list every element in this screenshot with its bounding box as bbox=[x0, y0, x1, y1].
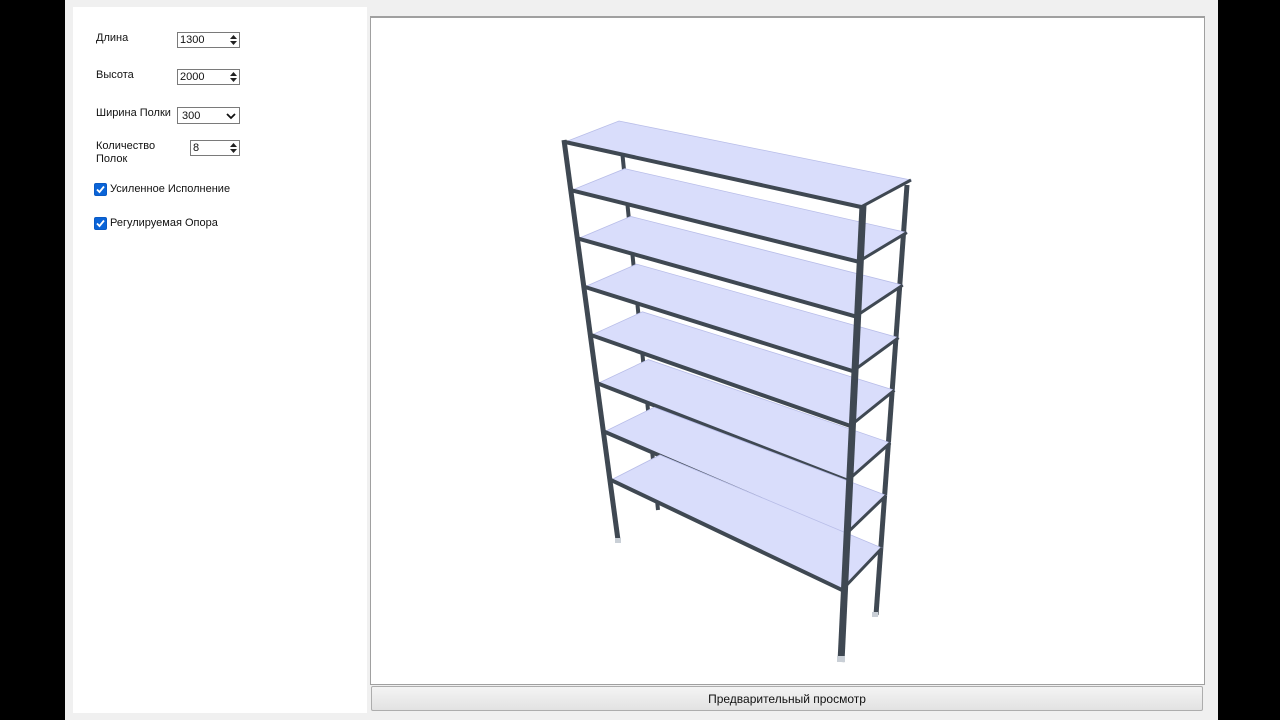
rack-foot bbox=[837, 656, 845, 662]
shelving-rack-render bbox=[561, 120, 913, 663]
adjustable-support-label[interactable]: Регулируемая Опора bbox=[110, 217, 218, 230]
shelf-width-value: 300 bbox=[182, 110, 201, 122]
chevron-down-icon[interactable] bbox=[225, 109, 237, 123]
updown-arrows-icon[interactable] bbox=[228, 70, 239, 84]
adjustable-support-checkbox[interactable] bbox=[94, 217, 107, 230]
rack-foot bbox=[615, 538, 621, 543]
shelf-count-label-line1: Количество bbox=[96, 140, 156, 152]
check-icon bbox=[96, 185, 105, 194]
3d-preview-viewport[interactable] bbox=[370, 16, 1205, 685]
shelf-count-input[interactable]: 8 bbox=[190, 140, 240, 156]
shelf-width-select[interactable]: 300 bbox=[177, 107, 240, 124]
shelf-count-label-line2: Полок bbox=[96, 153, 128, 165]
height-label: Высота bbox=[96, 69, 134, 81]
shelf-count-value: 8 bbox=[193, 142, 200, 154]
parameters-panel: Длина 1300 Высота 2000 Ширина Полки 300 … bbox=[73, 7, 367, 713]
length-input[interactable]: 1300 bbox=[177, 32, 240, 48]
preview-button[interactable]: Предварительный просмотр bbox=[371, 686, 1203, 711]
shelf-count-label: Количество Полок bbox=[96, 140, 155, 166]
updown-arrows-icon[interactable] bbox=[228, 141, 239, 155]
reinforced-label[interactable]: Усиленное Исполнение bbox=[110, 183, 230, 196]
height-value: 2000 bbox=[180, 71, 205, 83]
shelf-width-label: Ширина Полки bbox=[96, 107, 171, 119]
updown-arrows-icon[interactable] bbox=[228, 33, 239, 47]
length-value: 1300 bbox=[180, 34, 205, 46]
check-icon bbox=[96, 219, 105, 228]
rack-foot bbox=[872, 612, 878, 617]
height-input[interactable]: 2000 bbox=[177, 69, 240, 85]
reinforced-checkbox[interactable] bbox=[94, 183, 107, 196]
length-label: Длина bbox=[96, 32, 129, 44]
